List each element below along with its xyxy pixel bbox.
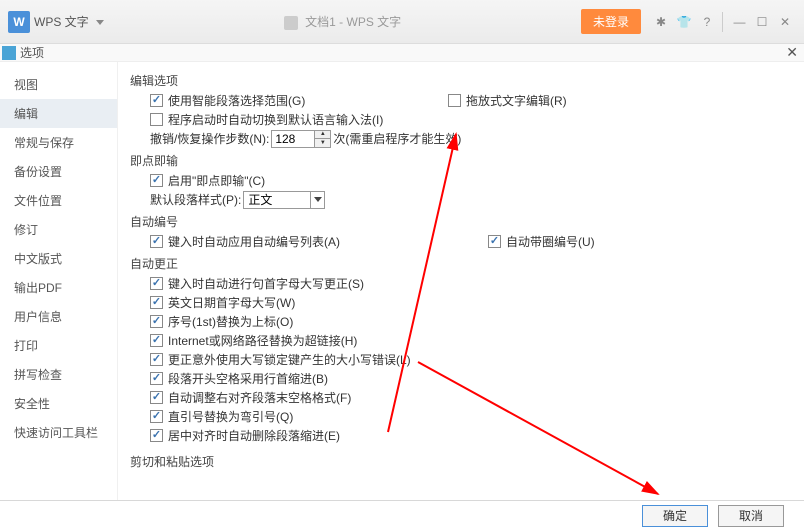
undo-steps-input[interactable]	[271, 130, 315, 148]
checkbox-auto-number-list[interactable]	[150, 235, 163, 248]
autocorrect-row: Internet或网络路径替换为超链接(H)	[150, 331, 792, 350]
close-icon[interactable]: ✕	[786, 44, 798, 61]
dialog-header: 选项 ✕	[0, 44, 804, 62]
ok-button[interactable]: 确定	[642, 505, 708, 527]
sidebar-item[interactable]: 文件位置	[0, 186, 117, 215]
label-autocorrect: 更正意外使用大写锁定键产生的大小写错误(L)	[168, 351, 411, 368]
checkbox-enable-click-type[interactable]	[150, 174, 163, 187]
sidebar-item[interactable]: 常规与保存	[0, 128, 117, 157]
separator	[722, 12, 723, 32]
autocorrect-row: 键入时自动进行句首字母大写更正(S)	[150, 274, 792, 293]
checkbox-auto-switch-ime[interactable]	[150, 113, 163, 126]
label-autocorrect: 直引号替换为弯引号(Q)	[168, 408, 293, 425]
main-panel: 编辑选项 使用智能段落选择范围(G) 拖放式文字编辑(R) 程序启动时自动切换到…	[118, 62, 804, 500]
label-autocorrect: Internet或网络路径替换为超链接(H)	[168, 332, 357, 349]
section-edit-options: 编辑选项	[130, 72, 792, 89]
label-autocorrect: 自动调整右对齐段落末空格格式(F)	[168, 389, 351, 406]
checkbox-autocorrect[interactable]	[150, 334, 163, 347]
dialog-title: 选项	[20, 44, 786, 61]
autocorrect-row: 序号(1st)替换为上标(O)	[150, 312, 792, 331]
sidebar-item[interactable]: 用户信息	[0, 302, 117, 331]
sidebar-item[interactable]: 安全性	[0, 389, 117, 418]
dialog-footer: 确定 取消	[0, 500, 804, 530]
label-autocorrect: 段落开头空格采用行首缩进(B)	[168, 370, 328, 387]
checkbox-autocorrect[interactable]	[150, 372, 163, 385]
label-autocorrect: 键入时自动进行句首字母大写更正(S)	[168, 275, 364, 292]
checkbox-autocorrect[interactable]	[150, 429, 163, 442]
document-title-label: 文档1 - WPS 文字	[305, 15, 401, 29]
checkbox-circled-number[interactable]	[488, 235, 501, 248]
autocorrect-row: 英文日期首字母大写(W)	[150, 293, 792, 312]
minimize-button[interactable]: —	[728, 11, 750, 33]
label-drag-drop-edit: 拖放式文字编辑(R)	[466, 92, 567, 109]
section-auto-correct: 自动更正	[130, 255, 792, 272]
default-style-select[interactable]	[243, 191, 325, 209]
sidebar-item[interactable]: 编辑	[0, 99, 117, 128]
sidebar-item[interactable]: 备份设置	[0, 157, 117, 186]
gift-icon[interactable]: ✱	[650, 11, 672, 33]
label-autocorrect: 序号(1st)替换为上标(O)	[168, 313, 293, 330]
label-auto-number-list: 键入时自动应用自动编号列表(A)	[168, 233, 340, 250]
app-name[interactable]: WPS 文字	[34, 13, 104, 30]
checkbox-drag-drop-edit[interactable]	[448, 94, 461, 107]
autocorrect-row: 居中对齐时自动删除段落缩进(E)	[150, 426, 792, 445]
checkbox-autocorrect[interactable]	[150, 315, 163, 328]
label-autocorrect: 居中对齐时自动删除段落缩进(E)	[168, 427, 340, 444]
app-name-label: WPS 文字	[34, 15, 89, 29]
sidebar-item[interactable]: 输出PDF	[0, 273, 117, 302]
section-cut-paste: 剪切和粘贴选项	[130, 453, 792, 470]
label-smart-paragraph: 使用智能段落选择范围(G)	[168, 92, 305, 109]
caret-down-icon	[96, 20, 104, 25]
sidebar-item[interactable]: 修订	[0, 215, 117, 244]
dialog-icon	[2, 46, 16, 60]
sidebar-item[interactable]: 拼写检查	[0, 360, 117, 389]
label-default-style: 默认段落样式(P):	[150, 191, 241, 208]
autocorrect-row: 自动调整右对齐段落末空格格式(F)	[150, 388, 792, 407]
login-button[interactable]: 未登录	[581, 9, 641, 34]
dropdown-icon[interactable]	[310, 192, 324, 208]
title-bar: W WPS 文字 文档1 - WPS 文字 未登录 ✱ 👕 ? — ☐ ✕	[0, 0, 804, 44]
label-undo-post: 次(需重启程序才能生效)	[333, 130, 461, 147]
label-auto-switch-ime: 程序启动时自动切换到默认语言输入法(I)	[168, 111, 383, 128]
app-logo-icon: W	[8, 11, 30, 33]
maximize-button[interactable]: ☐	[751, 11, 773, 33]
checkbox-autocorrect[interactable]	[150, 391, 163, 404]
default-style-input[interactable]	[244, 192, 310, 208]
sidebar-item[interactable]: 打印	[0, 331, 117, 360]
label-circled-number: 自动带圈编号(U)	[506, 233, 595, 250]
checkbox-smart-paragraph[interactable]	[150, 94, 163, 107]
section-click-type: 即点即输	[130, 152, 792, 169]
document-title: 文档1 - WPS 文字	[104, 13, 581, 30]
undo-steps-spinner[interactable]: ▲▼	[271, 130, 331, 148]
sidebar-item[interactable]: 快速访问工具栏	[0, 418, 117, 447]
sidebar-item[interactable]: 中文版式	[0, 244, 117, 273]
label-enable-click-type: 启用"即点即输"(C)	[168, 172, 265, 189]
dialog-content: 视图编辑常规与保存备份设置文件位置修订中文版式输出PDF用户信息打印拼写检查安全…	[0, 62, 804, 500]
checkbox-autocorrect[interactable]	[150, 277, 163, 290]
checkbox-autocorrect[interactable]	[150, 353, 163, 366]
close-window-button[interactable]: ✕	[774, 11, 796, 33]
checkbox-autocorrect[interactable]	[150, 296, 163, 309]
sidebar: 视图编辑常规与保存备份设置文件位置修订中文版式输出PDF用户信息打印拼写检查安全…	[0, 62, 118, 500]
shirt-icon[interactable]: 👕	[673, 11, 695, 33]
cancel-button[interactable]: 取消	[718, 505, 784, 527]
section-auto-number: 自动编号	[130, 213, 792, 230]
label-undo-pre: 撤销/恢复操作步数(N):	[150, 130, 269, 147]
autocorrect-row: 更正意外使用大写锁定键产生的大小写错误(L)	[150, 350, 792, 369]
label-autocorrect: 英文日期首字母大写(W)	[168, 294, 295, 311]
spinner-arrows-icon[interactable]: ▲▼	[315, 130, 331, 148]
checkbox-autocorrect[interactable]	[150, 410, 163, 423]
autocorrect-row: 段落开头空格采用行首缩进(B)	[150, 369, 792, 388]
help-icon[interactable]: ?	[696, 11, 718, 33]
sidebar-item[interactable]: 视图	[0, 70, 117, 99]
autocorrect-row: 直引号替换为弯引号(Q)	[150, 407, 792, 426]
document-icon	[284, 16, 298, 30]
